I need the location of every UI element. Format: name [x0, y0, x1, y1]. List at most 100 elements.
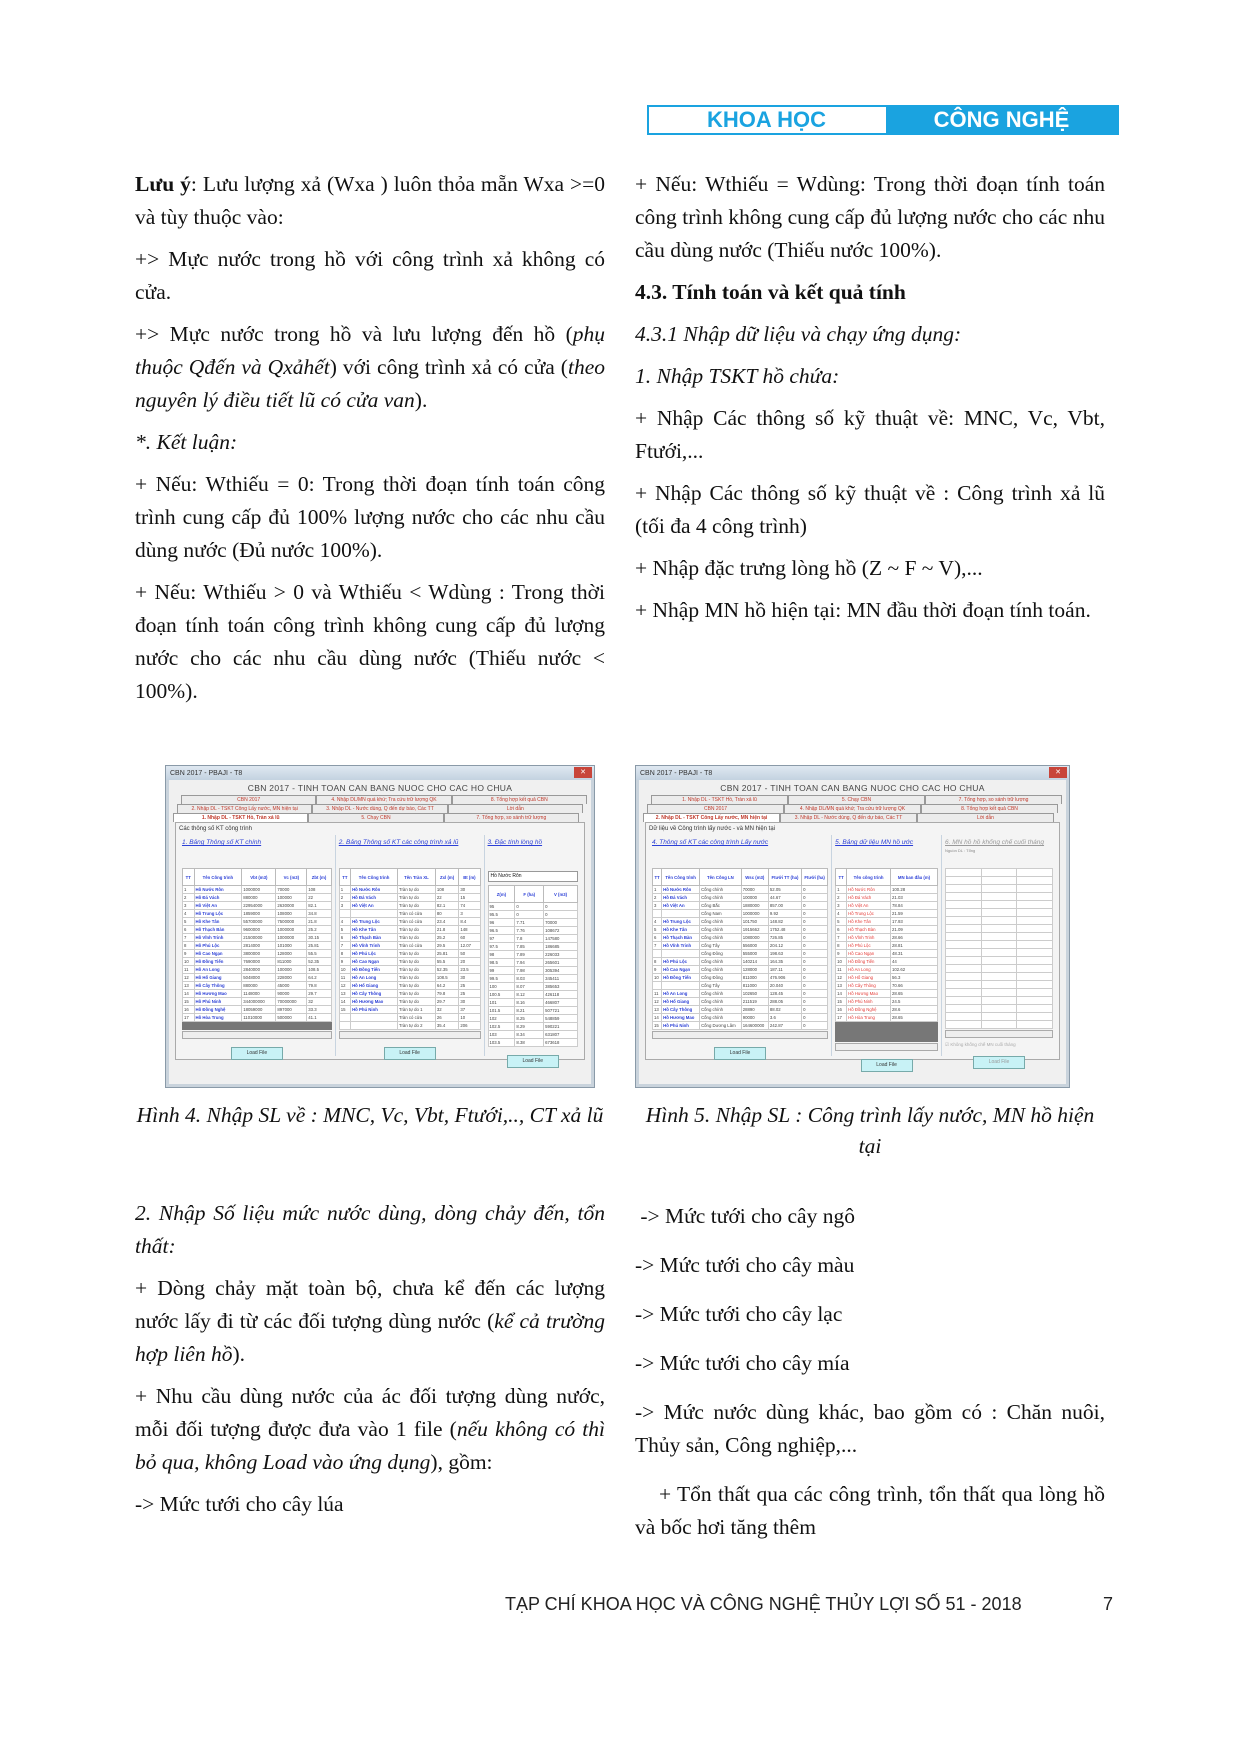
- table-cell[interactable]: Tràn tự do: [397, 973, 436, 982]
- table-cell[interactable]: 7.8: [514, 934, 545, 943]
- load-file-button[interactable]: Load File: [714, 1047, 767, 1060]
- table-cell[interactable]: 0: [801, 941, 829, 950]
- panel-title[interactable]: 2. Bảng Thông số KT các công trình xả lũ: [339, 839, 481, 846]
- panel-title[interactable]: 4. Thông số KT các công trình Lấy nước: [652, 839, 828, 846]
- table-cell[interactable]: Hồ Cao Ngạn: [661, 965, 701, 974]
- table-cell[interactable]: [1016, 908, 1053, 917]
- table-cell[interactable]: 0: [801, 893, 829, 902]
- table-cell[interactable]: [945, 940, 982, 949]
- table-cell[interactable]: [1016, 948, 1053, 957]
- table-cell[interactable]: [945, 900, 982, 909]
- table-cell[interactable]: 880000: [241, 981, 277, 990]
- table-cell[interactable]: 102: [487, 1014, 516, 1023]
- table-cell[interactable]: 45000: [275, 981, 308, 990]
- table-cell[interactable]: 226033: [543, 950, 578, 959]
- table-cell[interactable]: 897000: [275, 1005, 308, 1014]
- table-cell[interactable]: 7: [338, 941, 352, 950]
- table-cell[interactable]: 15: [458, 893, 481, 902]
- table-cell[interactable]: Tràn tự do: [397, 997, 436, 1006]
- table-row[interactable]: 1 Hồ Nước Rôn 100.28: [835, 885, 939, 894]
- table-row[interactable]: 15 Hồ Phú Ninh Tràn tự do 1 32 37: [338, 1005, 481, 1014]
- table-cell[interactable]: 673618: [543, 1038, 578, 1047]
- table-cell[interactable]: 5: [651, 925, 663, 934]
- table-cell[interactable]: 12: [182, 973, 195, 982]
- table-cell[interactable]: Hồ Cây Thông: [846, 981, 891, 990]
- table-row[interactable]: 6 Hồ Thạch Bàn 9600000 1000000 25.2: [182, 925, 332, 934]
- table-cell[interactable]: 102.62: [889, 965, 939, 974]
- table-cell[interactable]: 78.84: [889, 901, 939, 910]
- table-cell[interactable]: 4: [651, 917, 663, 926]
- table-cell[interactable]: [1016, 964, 1053, 973]
- table-cell[interactable]: [945, 1020, 982, 1029]
- table-cell[interactable]: 7: [182, 933, 195, 942]
- horizontal-scrollbar[interactable]: [182, 1031, 332, 1039]
- table-cell[interactable]: 29.5: [434, 941, 460, 950]
- table-cell[interactable]: 288.05: [767, 997, 803, 1006]
- table-cell[interactable]: Hồ Việt An: [350, 901, 399, 910]
- table-cell[interactable]: 22: [434, 893, 460, 902]
- table-cell[interactable]: Hồ Đồng Tiến: [193, 957, 243, 966]
- table-cell[interactable]: 90000: [740, 1013, 769, 1022]
- table-cell[interactable]: 7: [835, 933, 848, 942]
- table-cell[interactable]: 9: [338, 957, 352, 966]
- table-cell[interactable]: Hồ Trung Lộc: [350, 917, 399, 926]
- table-cell[interactable]: Hồ Phú Lộc: [661, 957, 701, 966]
- table-cell[interactable]: Hồ Cây Thông: [661, 1005, 701, 1014]
- table-cell[interactable]: 811000: [740, 981, 769, 990]
- table-cell[interactable]: Cống chính: [699, 925, 742, 934]
- table-cell[interactable]: 1: [182, 885, 195, 894]
- table-cell[interactable]: [661, 909, 701, 918]
- table-cell[interactable]: 21.09: [889, 925, 939, 934]
- table-cell[interactable]: 28.65: [889, 1013, 939, 1022]
- table-cell[interactable]: [350, 1021, 399, 1030]
- table-cell[interactable]: Hồ An Long: [661, 989, 701, 998]
- table-cell[interactable]: 2: [835, 893, 848, 902]
- table-row[interactable]: 15 Hồ Phú Ninh 344000000 70000000 32: [182, 997, 332, 1006]
- table-cell[interactable]: [1016, 956, 1053, 965]
- table-cell[interactable]: 0: [801, 973, 829, 982]
- table-cell[interactable]: Hồ Hương Mao: [846, 989, 891, 998]
- table-cell[interactable]: 1000000: [740, 909, 769, 918]
- table-cell[interactable]: 97: [487, 934, 516, 943]
- table-cell[interactable]: Hồ Nước Rôn: [193, 885, 243, 894]
- table-cell[interactable]: 13: [338, 989, 352, 998]
- table-row[interactable]: 101.5 8.21 507721: [487, 1006, 578, 1015]
- table-cell[interactable]: [980, 980, 1018, 989]
- table-row[interactable]: 97.5 7.85 186685: [487, 942, 578, 951]
- horizontal-scrollbar[interactable]: [835, 1043, 939, 1051]
- table-row[interactable]: 100.5 8.12 426118: [487, 990, 578, 999]
- reservoir-select[interactable]: Hồ Nước Rôn: [487, 871, 578, 882]
- table-cell[interactable]: 35.4: [434, 1021, 460, 1030]
- table-cell[interactable]: 28.65: [889, 989, 939, 998]
- table-cell[interactable]: 556000: [740, 941, 769, 950]
- table-cell[interactable]: Hồ Đá Vách: [661, 893, 701, 902]
- close-icon[interactable]: ✕: [1049, 767, 1067, 778]
- table-cell[interactable]: 13: [651, 1005, 663, 1014]
- table-cell[interactable]: Tràn có cửa: [397, 1013, 436, 1022]
- tab[interactable]: 1. Nhập DL - TSKT Hồ, Tràn xả lũ: [173, 813, 309, 822]
- table-row[interactable]: 8 Hồ Phú Lộc 28.81: [835, 941, 939, 950]
- table-cell[interactable]: Hồ Trung Lộc: [661, 917, 701, 926]
- table-row[interactable]: 15 Hồ Phú Ninh Cống Dương Lâm 164600000 242.…: [651, 1021, 829, 1030]
- table-cell[interactable]: 0: [801, 965, 829, 974]
- table-cell[interactable]: 100.5: [487, 990, 516, 999]
- table-row[interactable]: [945, 932, 1053, 941]
- table-row[interactable]: 7 Hồ Vĩnh Trinh 21500000 1000000 30.15: [182, 933, 332, 942]
- table-row[interactable]: [945, 948, 1053, 957]
- table-cell[interactable]: 37: [458, 1005, 481, 1014]
- table-cell[interactable]: Hồ Đá Vách: [350, 893, 399, 902]
- table-cell[interactable]: [945, 988, 982, 997]
- table-cell[interactable]: 2630000: [275, 901, 308, 910]
- table-cell[interactable]: 10: [182, 957, 195, 966]
- table-cell[interactable]: 21.8: [306, 917, 332, 926]
- table-cell[interactable]: 28.81: [889, 941, 939, 950]
- table-cell[interactable]: 25.2: [306, 925, 332, 934]
- table-cell[interactable]: Tràn tự do: [397, 885, 436, 894]
- table-cell[interactable]: Hồ Phú Ninh: [661, 1021, 701, 1030]
- load-file-button[interactable]: Load File: [383, 1047, 436, 1060]
- table-cell[interactable]: 3: [651, 901, 663, 910]
- table-cell[interactable]: [945, 932, 982, 941]
- table-cell[interactable]: 0: [801, 901, 829, 910]
- table-cell[interactable]: 96.5: [487, 926, 516, 935]
- table-cell[interactable]: [1016, 924, 1053, 933]
